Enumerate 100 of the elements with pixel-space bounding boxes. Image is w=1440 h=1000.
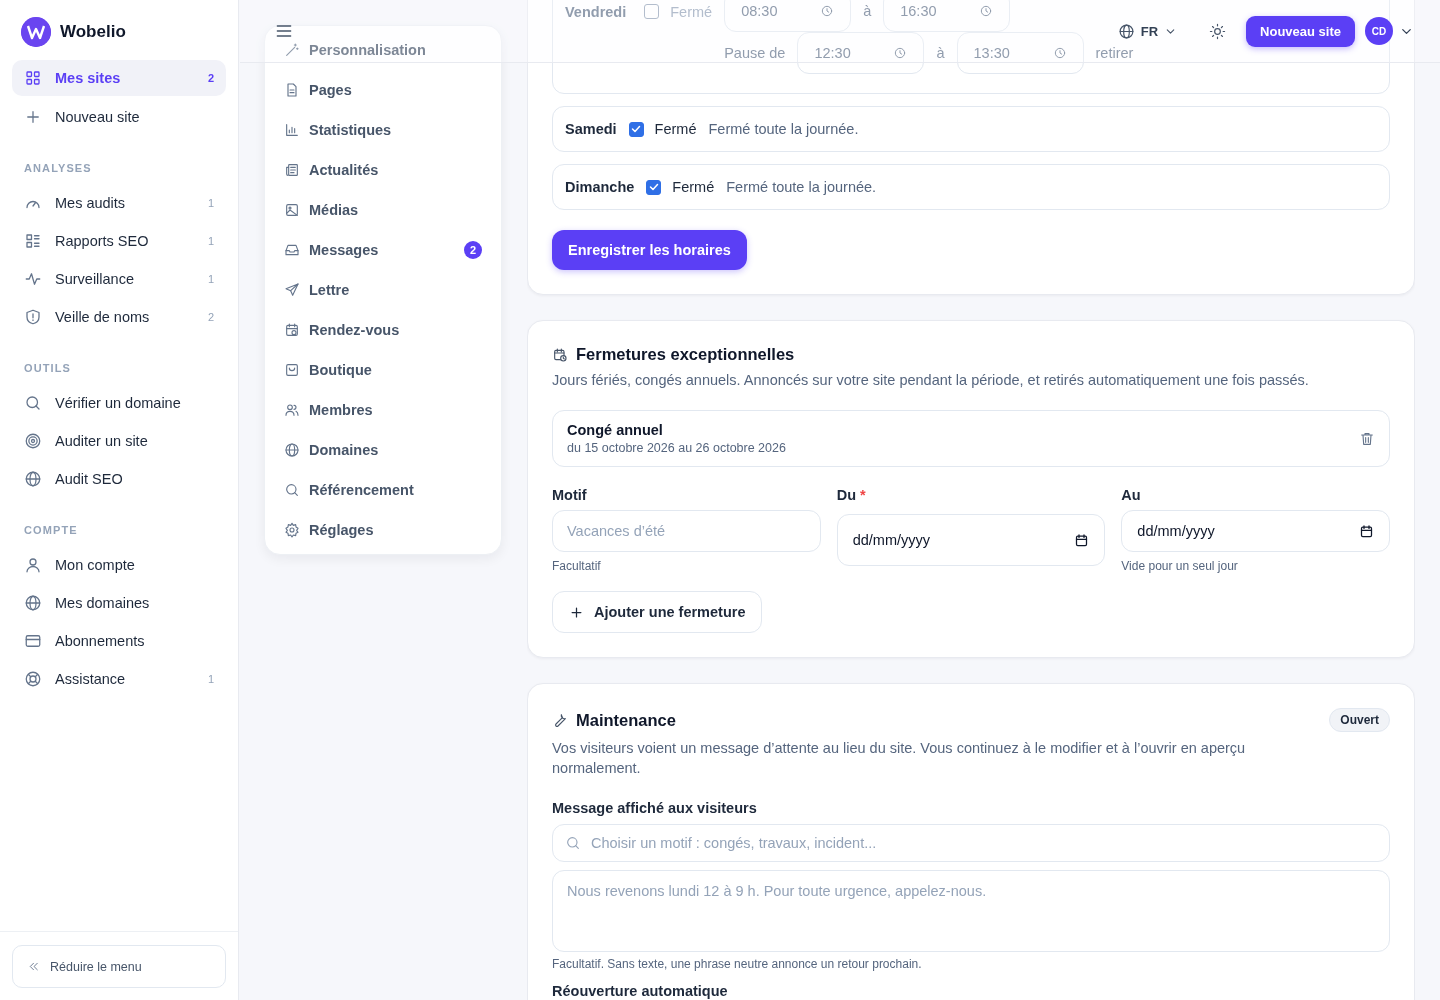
- field-label: Motif: [552, 487, 588, 503]
- sidebar-item[interactable]: Mes audits 1: [12, 184, 226, 222]
- grid-icon: [24, 69, 42, 87]
- calendar-icon: [1074, 532, 1090, 548]
- add-closure-button[interactable]: Ajouter une fermeture: [552, 591, 763, 633]
- sun-icon[interactable]: [1209, 22, 1227, 40]
- checkbox-label: Fermé: [672, 179, 715, 195]
- calendar-clock-icon: [552, 346, 568, 363]
- sidebar-item[interactable]: Assistance 1: [12, 660, 226, 698]
- status-badge: Ouvert: [1329, 708, 1390, 732]
- field-label: Réouverture automatique: [552, 983, 729, 999]
- menu-item[interactable]: Boutique: [265, 350, 501, 390]
- search-icon: [284, 482, 300, 498]
- sidebar-item[interactable]: Rapports SEO 1: [12, 222, 226, 260]
- bag-icon: [284, 362, 300, 378]
- menu-item[interactable]: Lettre: [265, 270, 501, 310]
- section-description: Jours fériés, congés annuels. Annoncés sur votre site pendant la période, et retirés automatiquement une fois passés.: [552, 371, 1310, 390]
- image-icon: [284, 202, 300, 218]
- sidebar-item[interactable]: Mes domaines: [12, 584, 226, 622]
- document-icon: [284, 82, 300, 98]
- field-label: Message affiché aux visiteurs: [552, 800, 758, 816]
- menu-item[interactable]: Rendez-vous: [265, 310, 501, 350]
- count: 1: [207, 673, 214, 685]
- search-icon: [565, 835, 581, 851]
- menu-item[interactable]: Membres: [265, 390, 501, 430]
- bar-chart-icon: [284, 122, 300, 138]
- trash-icon[interactable]: [1359, 430, 1375, 447]
- shield-icon: [24, 308, 42, 326]
- day-name: Vendredi: [565, 4, 627, 20]
- plus-icon: [24, 108, 42, 126]
- menu-item[interactable]: Domaines: [265, 430, 501, 470]
- menu-item[interactable]: Personnalisation: [265, 30, 501, 70]
- calendar-icon: [284, 322, 300, 338]
- new-site-button[interactable]: Nouveau site: [1246, 15, 1355, 47]
- menu-item[interactable]: Statistiques: [265, 110, 501, 150]
- check-icon: [630, 123, 643, 135]
- field-label: Du *: [836, 487, 867, 503]
- checkbox[interactable]: [644, 4, 660, 19]
- language-selector[interactable]: FR: [1117, 22, 1178, 40]
- menu-item[interactable]: Réglages: [265, 510, 501, 550]
- target-icon: [24, 432, 42, 450]
- count: 1: [207, 273, 214, 285]
- logo-icon: [21, 17, 51, 47]
- clock-icon: [893, 46, 908, 60]
- date-field[interactable]: dd/mm/yyyy: [1121, 510, 1390, 552]
- checkbox[interactable]: [628, 121, 644, 137]
- users-icon: [284, 402, 300, 418]
- sidebar-item[interactable]: Veille de noms 2: [12, 298, 226, 336]
- section-title: Fermetures exceptionnelles: [576, 345, 795, 364]
- list-icon: [24, 232, 42, 250]
- sidebar-item[interactable]: Abonnements: [12, 622, 226, 660]
- clock-icon: [979, 4, 994, 18]
- menu-item[interactable]: Messages 2: [265, 230, 501, 270]
- separator-label: à: [863, 3, 872, 19]
- checkbox-label: Fermé: [670, 4, 713, 20]
- menu-item[interactable]: Pages: [265, 70, 501, 110]
- wrench-icon: [552, 712, 568, 728]
- checkbox[interactable]: [646, 179, 662, 195]
- pause-label: Pause de: [724, 45, 786, 61]
- settings-icon: [284, 522, 300, 538]
- menu-item[interactable]: Référencement: [265, 470, 501, 510]
- clock-icon: [1052, 46, 1067, 60]
- collapse-menu-button[interactable]: Réduire le menu: [12, 945, 226, 988]
- globe-icon: [24, 594, 42, 612]
- sidebar-item[interactable]: Auditer un site: [12, 422, 226, 460]
- brand-name: Wobelio: [60, 22, 126, 42]
- lifebuoy-icon: [24, 670, 42, 688]
- checkbox-label: Fermé: [654, 121, 697, 137]
- section-description: Vos visiteurs voient un message d’attente au lieu du site. Vous continuez à le modifier et à l’ouvrir en aperçu normalement.: [552, 739, 1247, 778]
- sidebar-item[interactable]: Audit SEO: [12, 460, 226, 498]
- globe-icon: [24, 470, 42, 488]
- globe-icon: [1117, 22, 1135, 40]
- sidebar-item[interactable]: Vérifier un domaine: [12, 384, 226, 422]
- sidebar-item[interactable]: Mon compte: [12, 546, 226, 584]
- menu-item[interactable]: Actualités: [265, 150, 501, 190]
- paper-plane-icon: [284, 282, 300, 298]
- user-icon: [24, 556, 42, 574]
- search-icon: [24, 394, 42, 412]
- sidebar-item[interactable]: Nouveau site: [12, 98, 226, 136]
- section-title: Maintenance: [576, 710, 676, 730]
- section-heading: ANALYSES: [23, 162, 93, 174]
- double-chevron-icon: [27, 960, 40, 973]
- closed-note: Fermé toute la journée.: [726, 179, 877, 195]
- newspaper-icon: [284, 162, 300, 178]
- menu-item[interactable]: Médias: [265, 190, 501, 230]
- field-label: Au: [1121, 487, 1142, 503]
- save-hours-button[interactable]: Enregistrer les horaires: [552, 230, 747, 270]
- calendar-icon: [1359, 523, 1374, 539]
- clock-icon: [820, 4, 835, 18]
- count: 2: [207, 311, 214, 323]
- day-name: Samedi: [565, 121, 617, 137]
- closed-note: Fermé toute la journée.: [708, 121, 859, 137]
- date-field[interactable]: dd/mm/yyyy: [836, 514, 1106, 566]
- sidebar-item[interactable]: Surveillance 1: [12, 260, 226, 298]
- section-heading: OUTILS: [23, 362, 72, 374]
- field-hint: Facultatif: [552, 559, 602, 573]
- count: 2: [207, 72, 214, 84]
- inbox-icon: [284, 242, 300, 258]
- sidebar-item[interactable]: Mes sites 2: [12, 60, 226, 96]
- day-name: Dimanche: [565, 179, 635, 195]
